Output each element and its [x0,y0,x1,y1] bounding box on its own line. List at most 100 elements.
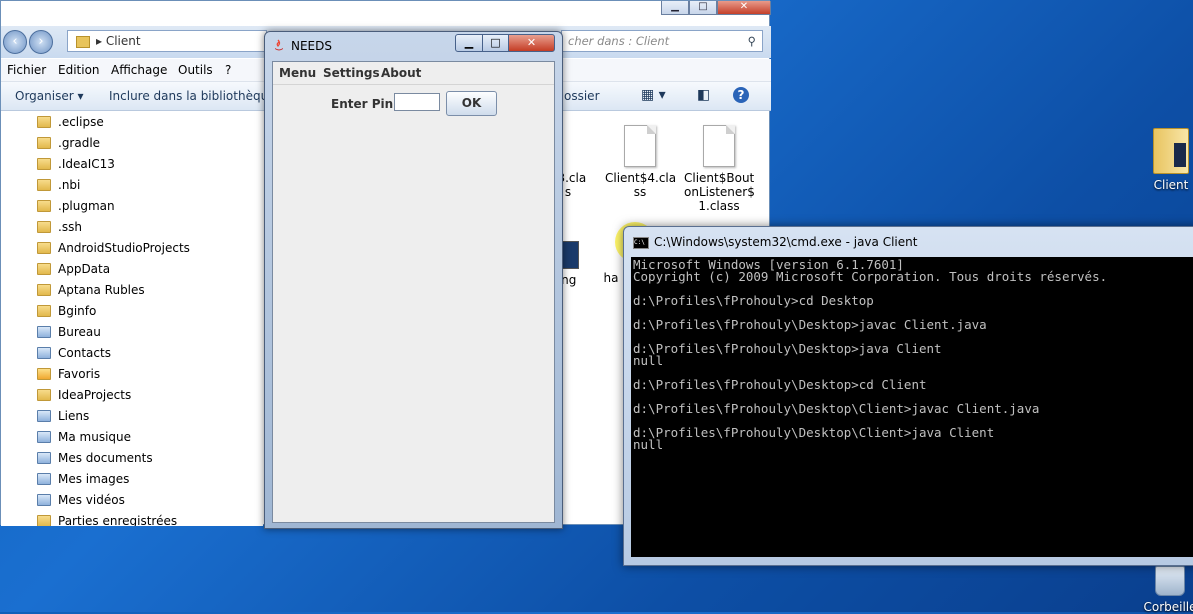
file-name-line: Client$4.cla [605,171,677,185]
breadcrumb-arrow-icon: ▸ [96,34,106,48]
folder-icon [37,137,51,149]
nav-item-label: .gradle [58,136,101,150]
file-name-line: ss [633,185,647,199]
file-item[interactable]: Client$4.cla ss [605,125,677,199]
console-line: d:\Profiles\fProhouly>cd Desktop [633,293,874,308]
nav-item[interactable]: Favoris [37,364,100,385]
folder-icon [37,179,51,191]
nav-item[interactable]: Mes vidéos [37,490,125,511]
file-name-line: 1.class [698,199,740,213]
breadcrumb-client[interactable]: Client [106,34,141,48]
nav-item[interactable]: Bureau [37,322,101,343]
close-button[interactable]: ✕ [508,34,555,52]
minimize-button[interactable]: ▁ [661,1,689,15]
nav-item-label: Favoris [58,367,101,381]
nav-item-label: .eclipse [58,115,104,129]
favorites-folder-icon [37,368,51,380]
desktop-icon-recycle-bin[interactable]: Corbeille [1140,566,1193,614]
nav-item-label: Mes vidéos [58,493,125,507]
file-item[interactable]: ha [601,271,621,285]
console-line: d:\Profiles\fProhouly\Desktop>cd Client [633,377,927,392]
file-name-line: Client$Bout [684,171,755,185]
links-folder-icon [37,410,51,422]
search-icon[interactable]: ⚲ [748,31,756,51]
back-button[interactable]: ‹ [3,30,27,54]
nav-item-label: Bginfo [58,304,97,318]
file-icon [703,125,735,167]
nav-item[interactable]: Aptana Rubles [37,280,145,301]
nav-item[interactable]: Ma musique [37,427,131,448]
desktop-icon-client[interactable]: Client [1141,128,1193,192]
menu-outils[interactable]: Outils [178,63,213,77]
desktop-icon-label: Client [1153,178,1189,192]
nav-item-label: AndroidStudioProjects [58,241,190,255]
maximize-button[interactable]: □ [689,1,717,15]
nav-item[interactable]: .nbi [37,175,80,196]
nav-item-label: IdeaProjects [58,388,132,402]
search-placeholder: cher dans : Client [568,34,670,48]
menu-affichage[interactable]: Affichage [111,63,167,77]
maximize-button[interactable]: □ [482,34,509,52]
search-input[interactable]: cher dans : Client ⚲ [561,30,763,52]
preview-pane-icon[interactable]: ◧ [697,87,710,103]
nav-item-label: Mes images [58,472,130,486]
pin-label: Enter Pin: [331,97,398,111]
menu-about[interactable]: About [381,66,421,80]
menu-menu[interactable]: Menu [279,66,316,80]
organiser-button[interactable]: Organiser ▾ [15,89,83,103]
menu-fichier[interactable]: Fichier [7,63,46,77]
pin-input[interactable] [394,93,440,111]
forward-button[interactable]: › [29,30,53,54]
nav-item[interactable]: Bginfo [37,301,96,322]
nav-item-label: Contacts [58,346,111,360]
folder-icon [37,515,51,526]
nav-item[interactable]: Parties enregistrées [37,511,177,526]
folder-icon [1153,128,1189,174]
file-item[interactable]: Client$Bout onListener$ 1.class [684,125,755,213]
console-output[interactable]: Microsoft Windows [version 6.1.7601] Cop… [631,257,1193,557]
recycle-bin-icon [1155,566,1185,596]
nav-item-label: .plugman [58,199,115,213]
nav-item[interactable]: .ssh [37,217,82,238]
nav-item-label: .nbi [58,178,81,192]
documents-folder-icon [37,452,51,464]
help-icon[interactable]: ? [733,87,749,103]
contacts-folder-icon [37,347,51,359]
music-folder-icon [37,431,51,443]
nav-item[interactable]: IdeaProjects [37,385,131,406]
ok-button[interactable]: OK [446,91,497,116]
nav-item-label: .IdeaIC13 [58,157,115,171]
menu-edition[interactable]: Edition [58,63,100,77]
menu-settings[interactable]: Settings [323,66,380,80]
minimize-button[interactable]: ▁ [455,34,483,52]
nav-item[interactable]: .plugman [37,196,115,217]
needs-content: Menu Settings About Enter Pin: OK [272,61,555,523]
nav-item[interactable]: Liens [37,406,89,427]
folder-icon [37,242,51,254]
nav-item-label: Mes documents [58,451,153,465]
address-field[interactable]: ▸ Client [67,30,267,52]
folder-icon [37,116,51,128]
cmd-window: C:\ C:\Windows\system32\cmd.exe - java C… [623,226,1193,566]
desktop-folder-icon [37,326,51,338]
nav-item[interactable]: Contacts [37,343,111,364]
console-line: d:\Profiles\fProhouly\Desktop>java Clien… [633,341,942,356]
include-library-button[interactable]: Inclure dans la bibliothèque ▾ [109,89,285,103]
view-options-icon[interactable]: ▦ ▾ [641,87,666,103]
console-line: d:\Profiles\fProhouly\Desktop>javac Clie… [633,317,987,332]
folder-icon [37,389,51,401]
console-line: null [633,353,664,368]
menu-help[interactable]: ? [225,63,231,77]
folder-icon [76,35,90,48]
nav-item[interactable]: .IdeaIC13 [37,154,115,175]
nav-item[interactable]: Mes documents [37,448,153,469]
nav-item[interactable]: AppData [37,259,110,280]
window-title: NEEDS [291,39,332,53]
nav-item[interactable]: Mes images [37,469,129,490]
nav-item[interactable]: AndroidStudioProjects [37,238,190,259]
close-button[interactable]: ✕ [717,1,771,15]
file-name-line: onListener$ [684,185,755,199]
nav-item[interactable]: .eclipse [37,112,104,133]
nav-item[interactable]: .gradle [37,133,100,154]
new-folder-button[interactable]: ossier [564,89,600,103]
